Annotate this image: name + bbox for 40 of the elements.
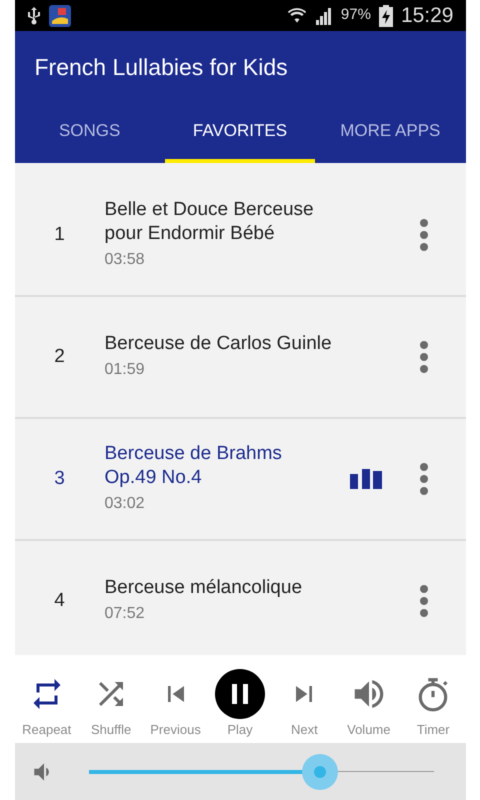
equalizer-icon: [350, 469, 382, 489]
more-icon: [420, 219, 428, 251]
more-icon: [420, 463, 428, 495]
battery-charging-icon: [378, 4, 393, 26]
volume-slider[interactable]: [88, 754, 434, 790]
more-icon: [420, 341, 428, 373]
app-icon: [48, 4, 70, 26]
song-title: Berceuse de Carlos Guinle: [104, 332, 333, 356]
song-duration: 01:59: [104, 360, 146, 380]
control-button[interactable]: Reapeat: [14, 659, 79, 739]
track-number: 2: [53, 344, 66, 369]
control-button[interactable]: Next: [272, 659, 337, 739]
song-row[interactable]: 2 Berceuse de Carlos Guinle 01:59: [14, 297, 466, 419]
song-duration: 03:02: [104, 494, 146, 514]
control-button[interactable]: Previous: [143, 659, 208, 739]
tab[interactable]: FAVORITES: [164, 103, 316, 163]
battery-percentage: 97%: [340, 5, 371, 26]
song-title: Belle et Douce Berceuse pour Endormir Bébé: [104, 198, 315, 246]
more-icon: [420, 585, 428, 617]
song-duration: 03:58: [104, 250, 146, 270]
song-title: Berceuse mélancolique: [104, 576, 304, 600]
wifi-icon: [286, 6, 307, 26]
song-title: Berceuse de Brahms Op.49 No.4: [104, 442, 283, 490]
tab[interactable]: SONGS: [14, 103, 165, 163]
control-button[interactable]: Play: [208, 659, 272, 739]
usb-icon: [26, 6, 40, 26]
clock: 15:29: [400, 2, 454, 29]
track-number: 4: [53, 588, 66, 613]
control-button[interactable]: Volume: [336, 659, 402, 739]
track-number: 3: [53, 466, 66, 491]
song-row[interactable]: 3 Berceuse de Brahms Op.49 No.4 03:02: [14, 419, 466, 541]
control-button[interactable]: Timer: [401, 659, 466, 739]
track-number: 1: [53, 222, 66, 247]
control-button[interactable]: Shuffle: [78, 659, 144, 739]
song-duration: 07:52: [104, 604, 146, 624]
tab[interactable]: MORE APPS: [315, 103, 466, 163]
app-title: French Lullabies for Kids: [34, 52, 288, 82]
signal-icon: [314, 6, 333, 24]
slider-thumb[interactable]: [302, 754, 338, 790]
song-row[interactable]: 1 Belle et Douce Berceuse pour Endormir Bébé 03:58: [14, 175, 466, 297]
